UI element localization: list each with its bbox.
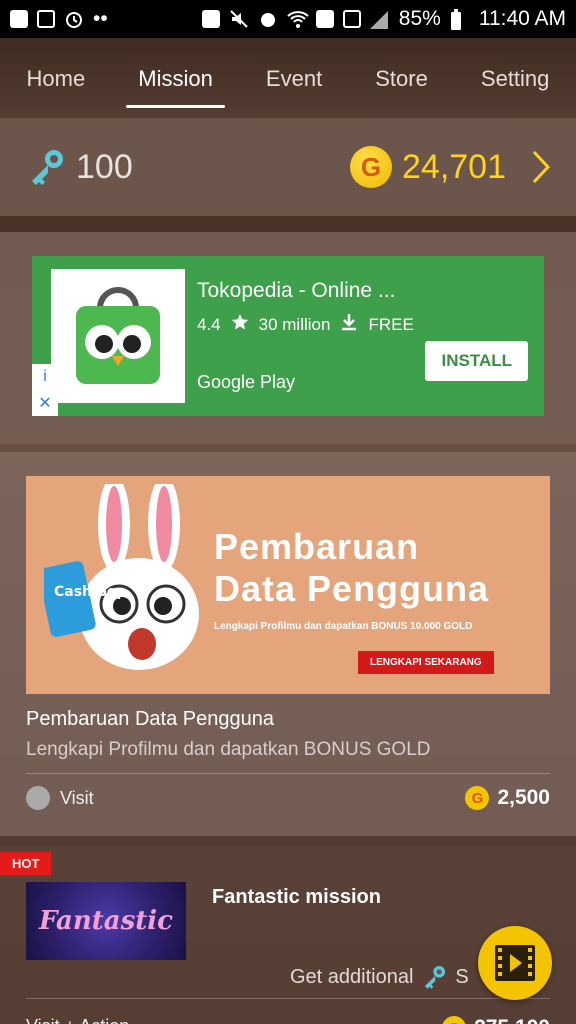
reward-amount: 2,500 — [497, 786, 550, 809]
mute-icon — [229, 9, 249, 29]
key-icon — [425, 965, 446, 989]
alarm-icon-right — [258, 9, 278, 29]
status-bar: •• 85% 11:40 AM — [0, 0, 576, 38]
data-saver-icon — [201, 10, 220, 28]
mission-title: Pembaruan Data Pengguna — [26, 708, 274, 730]
signal-bars-icon — [369, 9, 390, 29]
mission-action: Visit — [60, 787, 94, 808]
key-icon — [26, 147, 66, 187]
more-notifications-dots: •• — [93, 7, 108, 30]
ad-price: FREE — [368, 314, 414, 334]
film-play-icon — [495, 945, 535, 981]
mission-title: Fantastic mission — [212, 886, 381, 908]
sim-icon — [315, 10, 334, 28]
battery-percent: 85% — [398, 7, 441, 30]
key-count: 100 — [76, 147, 133, 186]
signal-icon — [342, 10, 361, 28]
gold-amount: 24,701 — [402, 147, 506, 186]
gold-coin-icon: G — [465, 786, 490, 810]
mission-reward: G 2,500 — [465, 786, 550, 810]
ad-banner[interactable]: Tokopedia - Online ... 4.4 30 million FR… — [32, 256, 544, 416]
ad-close-icon[interactable]: ✕ — [38, 393, 51, 413]
video-reward-button[interactable] — [478, 926, 552, 1000]
fantastic-thumbnail: Fantastic — [26, 882, 186, 960]
globe-icon — [26, 786, 50, 810]
tab-store[interactable]: Store — [369, 66, 434, 106]
mission-banner[interactable]: Cash pop Pembaruan Data Pengguna Lengkap… — [26, 476, 550, 694]
ad-rating: 4.4 — [197, 314, 221, 334]
extra-text: Get additional — [290, 965, 414, 988]
extra-suffix: S — [455, 965, 469, 988]
mission-description: Lengkapi Profilmu dan dapatkan BONUS GOL… — [26, 739, 431, 760]
tab-mission[interactable]: Mission — [126, 66, 225, 108]
gold-coin-icon: G — [442, 1016, 467, 1024]
rabbit-mascot-icon: Cash pop — [44, 484, 199, 670]
ad-choices[interactable]: i ✕ — [32, 364, 58, 416]
tokopedia-logo-icon — [51, 269, 185, 403]
mission-reward: G 275,100 — [442, 1016, 550, 1024]
gold-balance[interactable]: G 24,701 — [350, 146, 551, 188]
ad-meta: 4.4 30 million FREE — [197, 313, 544, 336]
balance-bar: 100 G 24,701 — [0, 118, 576, 216]
banner-title: Pembaruan Data Pengguna — [214, 526, 489, 610]
clock: 11:40 AM — [478, 7, 566, 30]
ad-info-icon[interactable]: i — [43, 368, 47, 386]
banner-title-line1: Pembaruan — [214, 526, 420, 567]
mission-footer: Visit G 2,500 — [26, 774, 550, 822]
battery-icon — [450, 9, 470, 30]
bbm-icon — [10, 10, 28, 28]
ad-title: Tokopedia - Online ... — [197, 279, 396, 302]
ad-section: Tokopedia - Online ... 4.4 30 million FR… — [0, 232, 576, 444]
mission-extra: Get additional S — [290, 964, 469, 990]
wifi-icon — [287, 9, 309, 29]
chevron-right-icon[interactable] — [532, 150, 551, 184]
google-play-label: Google Play — [197, 372, 296, 392]
hot-badge: HOT — [0, 852, 52, 875]
top-nav: Home Mission Event Store Setting — [0, 38, 576, 118]
mission-card-update-data[interactable]: Cash pop Pembaruan Data Pengguna Lengkap… — [0, 452, 576, 836]
tab-home[interactable]: Home — [21, 66, 92, 106]
alarm-icon — [64, 9, 84, 29]
divider-band — [0, 216, 576, 232]
banner-subtitle: Lengkapi Profilmu dan dapatkan BONUS 10.… — [214, 621, 473, 632]
star-icon — [231, 313, 249, 336]
checkbox-notification-icon — [37, 10, 55, 28]
mission-divider — [26, 998, 550, 999]
gold-coin-icon: G — [350, 146, 392, 188]
banner-cta-button[interactable]: LENGKAPI SEKARANG — [358, 651, 494, 674]
download-icon — [340, 313, 358, 336]
status-right: 85% 11:40 AM — [201, 7, 566, 31]
cashpop-logo-text: Cash pop — [54, 584, 127, 600]
reward-amount: 275,100 — [474, 1016, 550, 1024]
mission-action: Visit + Action — [26, 1016, 129, 1024]
banner-title-line2: Data Pengguna — [214, 568, 490, 609]
ad-info: Tokopedia - Online ... 4.4 30 million FR… — [197, 269, 544, 403]
tab-event[interactable]: Event — [260, 66, 328, 106]
tab-setting[interactable]: Setting — [475, 66, 556, 106]
status-left: •• — [10, 7, 108, 31]
install-button[interactable]: INSTALL — [425, 341, 528, 381]
ad-downloads: 30 million — [258, 314, 331, 334]
